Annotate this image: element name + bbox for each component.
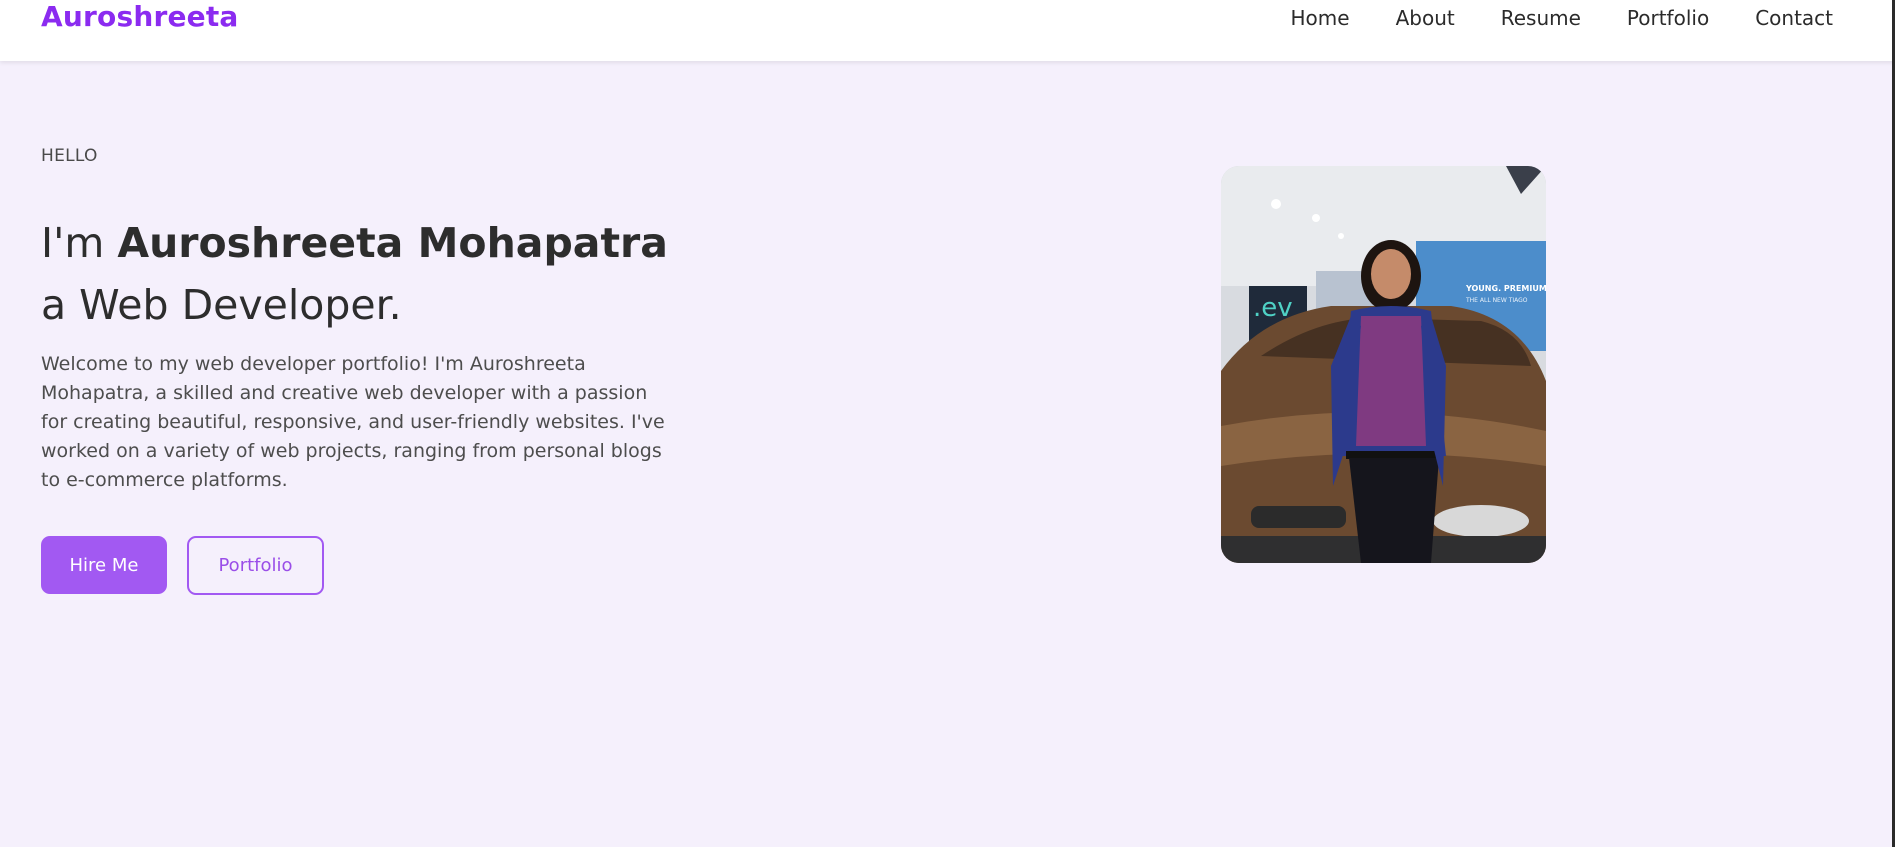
banner-subtext: THE ALL NEW TIAGO: [1465, 297, 1528, 304]
hire-me-button[interactable]: Hire Me: [41, 536, 167, 594]
nav-home[interactable]: Home: [1291, 6, 1350, 30]
headline-name: Auroshreeta Mohapatra: [117, 219, 668, 267]
page: Auroshreeta Home About Resume Portfolio …: [0, 0, 1895, 847]
nav-resume[interactable]: Resume: [1501, 6, 1581, 30]
nav-menu: Home About Resume Portfolio Contact: [1291, 6, 1833, 30]
portfolio-button[interactable]: Portfolio: [187, 536, 324, 595]
nav-contact[interactable]: Contact: [1755, 6, 1833, 30]
profile-photo: YOUNG. PREMIUM. E THE ALL NEW TIAGO .ev: [1221, 166, 1546, 563]
profile-photo-illustration: YOUNG. PREMIUM. E THE ALL NEW TIAGO .ev: [1221, 166, 1546, 563]
nav-about[interactable]: About: [1396, 6, 1455, 30]
headline-prefix: I'm: [41, 219, 118, 267]
navbar: Auroshreeta Home About Resume Portfolio …: [0, 0, 1895, 61]
brand-logo[interactable]: Auroshreeta: [41, 0, 239, 33]
hero-headline: I'm Auroshreeta Mohapatra a Web Develope…: [41, 212, 668, 336]
greeting-text: HELLO: [41, 146, 98, 166]
nav-portfolio[interactable]: Portfolio: [1627, 6, 1709, 30]
headline-role: a Web Developer.: [41, 281, 402, 329]
banner-text: YOUNG. PREMIUM. E: [1465, 284, 1546, 293]
intro-paragraph: Welcome to my web developer portfolio! I…: [41, 353, 665, 491]
